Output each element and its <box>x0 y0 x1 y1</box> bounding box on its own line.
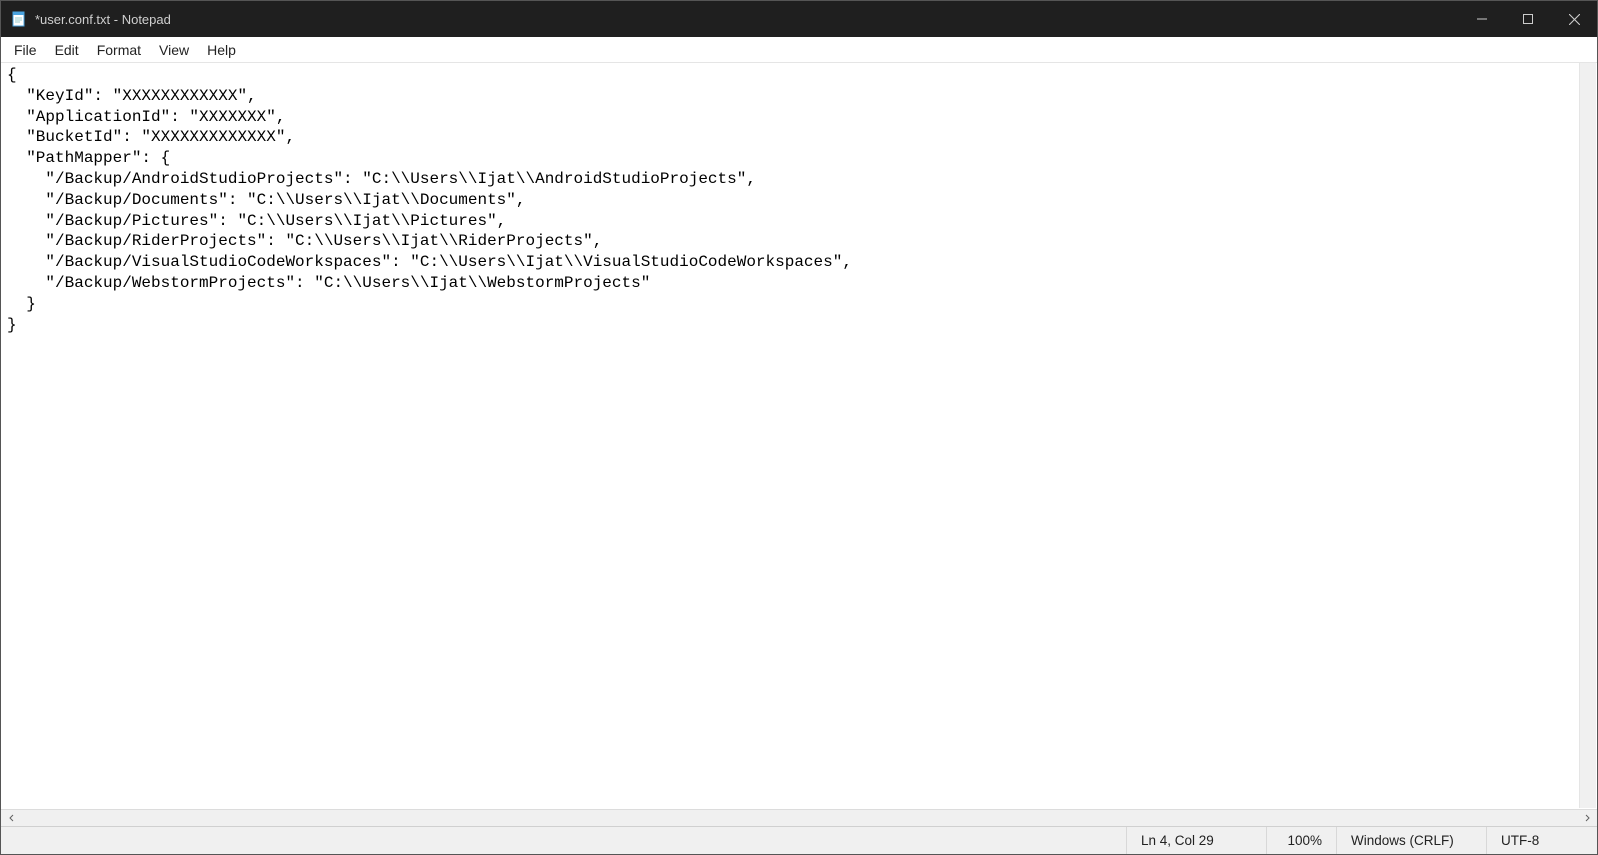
window-controls <box>1459 1 1597 37</box>
titlebar[interactable]: *user.conf.txt - Notepad <box>1 1 1597 37</box>
menu-help[interactable]: Help <box>198 40 245 60</box>
status-encoding: UTF-8 <box>1487 827 1597 854</box>
content-area: { "KeyId": "XXXXXXXXXXXX", "ApplicationI… <box>1 63 1597 854</box>
scroll-right-icon[interactable] <box>1578 811 1595 826</box>
window-title: *user.conf.txt - Notepad <box>35 12 171 27</box>
maximize-icon <box>1523 14 1533 24</box>
text-editor[interactable]: { "KeyId": "XXXXXXXXXXXX", "ApplicationI… <box>1 63 1597 809</box>
status-line-ending: Windows (CRLF) <box>1337 827 1487 854</box>
statusbar: Ln 4, Col 29 100% Windows (CRLF) UTF-8 <box>1 826 1597 854</box>
minimize-icon <box>1477 14 1487 24</box>
menu-format[interactable]: Format <box>88 40 150 60</box>
menu-file[interactable]: File <box>5 40 46 60</box>
menu-edit[interactable]: Edit <box>46 40 88 60</box>
status-cursor-position: Ln 4, Col 29 <box>1127 827 1267 854</box>
maximize-button[interactable] <box>1505 1 1551 37</box>
close-icon <box>1569 14 1580 25</box>
status-spacer <box>1 827 1127 854</box>
close-button[interactable] <box>1551 1 1597 37</box>
vertical-scrollbar[interactable] <box>1579 63 1596 808</box>
scroll-left-icon[interactable] <box>3 811 20 826</box>
status-zoom: 100% <box>1267 827 1337 854</box>
menu-view[interactable]: View <box>150 40 198 60</box>
notepad-window: *user.conf.txt - Notepad File Edit Forma… <box>0 0 1598 855</box>
notepad-icon <box>11 11 27 27</box>
minimize-button[interactable] <box>1459 1 1505 37</box>
horizontal-scrollbar[interactable] <box>1 809 1597 826</box>
editor-content[interactable]: { "KeyId": "XXXXXXXXXXXX", "ApplicationI… <box>1 63 1597 337</box>
menubar: File Edit Format View Help <box>1 37 1597 63</box>
